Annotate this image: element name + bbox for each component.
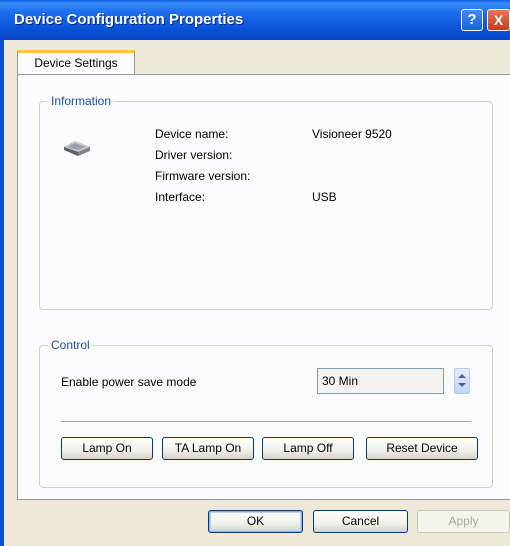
tab-label: Device Settings [34, 56, 118, 70]
ok-button[interactable]: OK [208, 510, 303, 533]
control-legend: Control [48, 338, 93, 352]
information-legend: Information [48, 94, 115, 108]
spin-down-icon[interactable] [458, 383, 466, 387]
interface-label: Interface: [155, 190, 206, 204]
interface-value: USB [312, 190, 337, 204]
reset-device-button[interactable]: Reset Device [366, 437, 478, 460]
device-name-value: Visioneer 9520 [312, 127, 392, 141]
lamp-on-button[interactable]: Lamp On [61, 437, 153, 460]
window-title: Device Configuration Properties [14, 11, 244, 28]
power-save-value: 30 Min [322, 374, 359, 388]
title-bar[interactable]: Device Configuration Properties ? X [0, 0, 510, 40]
power-save-spinner[interactable] [454, 368, 470, 394]
lamp-off-button[interactable]: Lamp Off [262, 437, 354, 460]
scanner-icon [64, 141, 90, 156]
driver-version-label: Driver version: [155, 148, 233, 162]
window-frame-left [0, 40, 4, 546]
control-group: Control Enable power save mode 30 Min La… [39, 338, 493, 488]
close-button[interactable]: X [487, 9, 510, 31]
help-icon: ? [467, 11, 477, 28]
firmware-version-label: Firmware version: [155, 169, 251, 183]
close-icon: X [493, 12, 504, 28]
power-save-input[interactable]: 30 Min [317, 368, 444, 394]
apply-button[interactable]: Apply [417, 510, 510, 533]
control-separator [61, 421, 471, 423]
information-group: Information Device name: Visioneer 9520 … [39, 94, 493, 310]
tab-device-settings[interactable]: Device Settings [17, 50, 135, 75]
help-button[interactable]: ? [461, 9, 483, 31]
spin-up-icon[interactable] [458, 374, 466, 378]
tab-page-device-settings: Information Device name: Visioneer 9520 … [17, 74, 510, 500]
ta-lamp-on-button[interactable]: TA Lamp On [162, 437, 254, 460]
device-name-label: Device name: [155, 127, 229, 141]
power-save-label: Enable power save mode [61, 375, 197, 389]
cancel-button[interactable]: Cancel [313, 510, 408, 533]
